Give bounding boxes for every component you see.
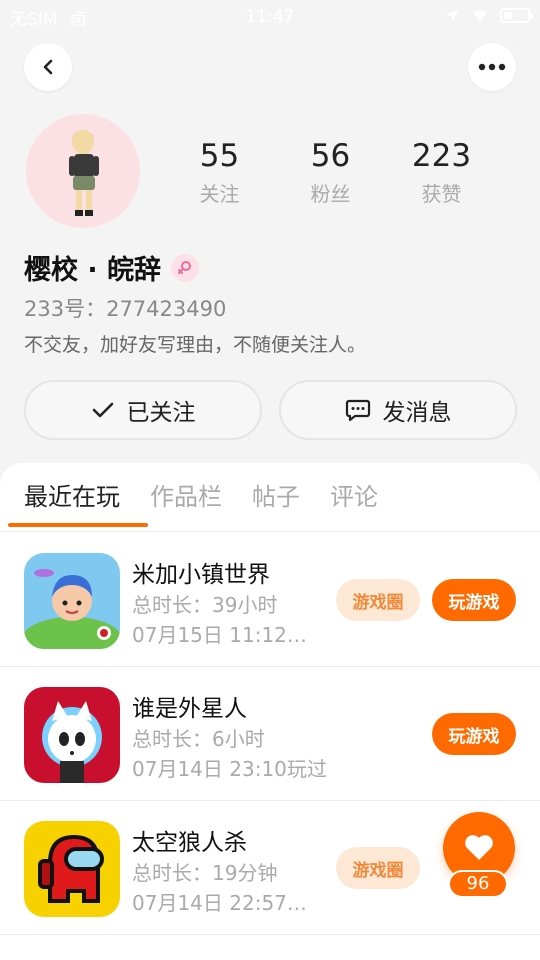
chat-bubble-icon — [345, 399, 370, 422]
game-duration: 总时长：19分钟 — [132, 861, 278, 885]
tab-posts[interactable]: 帖子 — [252, 463, 300, 531]
game-last-played: 07月14日 22:57… — [132, 891, 307, 915]
stat-label: 粉丝 — [310, 182, 351, 206]
wifi-icon — [473, 10, 487, 21]
back-button[interactable] — [24, 43, 72, 91]
stat-following[interactable]: 55 关注 — [164, 138, 275, 207]
game-name: 谁是外星人 — [132, 696, 247, 722]
stat-label: 关注 — [199, 182, 240, 206]
avatar-character-image — [69, 130, 99, 216]
stat-label: 获赞 — [421, 182, 462, 206]
game-list-item[interactable]: 米加小镇世界 总时长：39小时 07月15日 11:12… 游戏圈 玩游戏 — [0, 533, 540, 667]
game-icon-miga-town[interactable] — [24, 553, 120, 649]
status-bar: 无SIM 卣 11:47 — [0, 0, 540, 34]
message-button[interactable]: 发消息 — [279, 380, 517, 440]
game-list-item[interactable]: 谁是外星人 总时长：6小时 07月14日 23:10玩过 玩游戏 — [0, 667, 540, 801]
checkmark-icon — [92, 402, 113, 418]
stat-value: 223 — [411, 138, 472, 174]
game-icon-space-werewolf[interactable] — [24, 821, 120, 917]
following-button[interactable]: 已关注 — [24, 380, 262, 440]
stat-value: 55 — [199, 138, 240, 174]
play-game-button[interactable]: 玩游戏 — [432, 579, 516, 621]
airplane-icon — [446, 10, 458, 21]
game-name: 米加小镇世界 — [132, 562, 270, 588]
game-name: 太空狼人杀 — [132, 830, 247, 856]
profile-name-row: 樱校 · 皖辞 — [24, 248, 200, 287]
tab-comments[interactable]: 评论 — [330, 463, 378, 531]
game-last-played: 07月15日 11:12… — [132, 623, 307, 647]
message-button-label: 发消息 — [382, 400, 452, 426]
profile-bio: 不交友，加好友写理由，不随便关注人。 — [24, 334, 367, 356]
game-duration: 总时长：39小时 — [132, 593, 278, 617]
more-horizontal-icon — [478, 63, 506, 71]
heart-icon — [465, 835, 493, 860]
female-gender-icon — [171, 253, 200, 282]
tab-works[interactable]: 作品栏 — [150, 463, 222, 531]
profile-tabs: 最近在玩 作品栏 帖子 评论 — [0, 463, 540, 531]
user-id: 233号：277423490 — [24, 297, 227, 321]
game-duration: 总时长：6小时 — [132, 727, 265, 751]
stat-likes[interactable]: 223 获赞 — [386, 138, 497, 207]
tabs-divider — [0, 531, 540, 532]
stat-value: 56 — [310, 138, 351, 174]
tab-recently-played[interactable]: 最近在玩 — [24, 463, 120, 531]
profile-name: 樱校 · 皖辞 — [24, 255, 162, 286]
game-last-played: 07月14日 23:10玩过 — [132, 757, 327, 781]
active-tab-indicator — [8, 523, 148, 527]
game-circle-button[interactable]: 游戏圈 — [336, 579, 420, 621]
battery-icon — [500, 7, 533, 23]
avatar[interactable] — [26, 114, 140, 228]
following-button-label: 已关注 — [126, 400, 196, 426]
more-button[interactable] — [468, 43, 516, 91]
game-icon-who-is-alien[interactable] — [24, 687, 120, 783]
game-circle-button[interactable]: 游戏圈 — [336, 847, 420, 889]
stat-followers[interactable]: 56 粉丝 — [275, 138, 386, 207]
like-count: 96 — [448, 870, 508, 898]
play-game-button[interactable]: 玩游戏 — [432, 713, 516, 755]
profile-stats: 55 关注 56 粉丝 223 获赞 — [164, 138, 498, 207]
chevron-left-icon — [43, 59, 53, 75]
